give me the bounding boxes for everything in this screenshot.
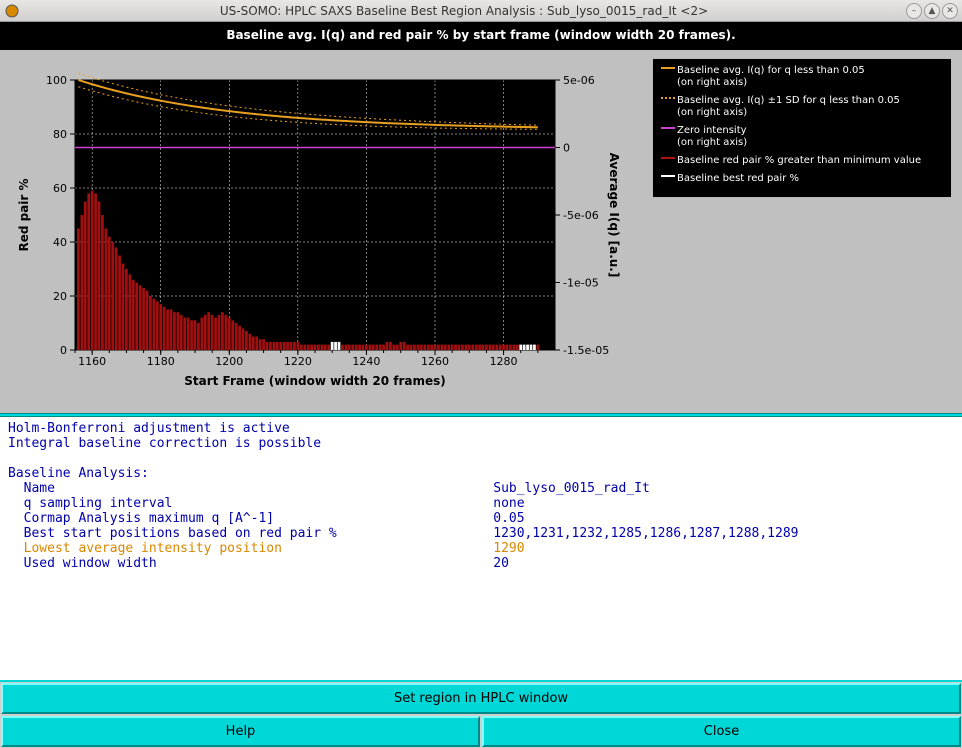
analysis-text: Holm-Bonferroni adjustment is active Int… — [0, 417, 962, 680]
svg-text:1160: 1160 — [78, 355, 106, 368]
svg-text:-5e-06: -5e-06 — [563, 209, 599, 222]
svg-text:40: 40 — [53, 236, 67, 249]
svg-text:20: 20 — [53, 290, 67, 303]
close-button[interactable]: Close — [482, 716, 961, 747]
svg-text:Red pair %: Red pair % — [17, 178, 31, 251]
plot-title: Baseline avg. I(q) and red pair % by sta… — [6, 28, 956, 44]
help-button[interactable]: Help — [1, 716, 480, 747]
app-icon — [4, 3, 20, 19]
close-window-button[interactable]: ✕ — [942, 3, 958, 19]
svg-text:0: 0 — [563, 142, 570, 155]
plot-area: 1160 1180 1200 1220 1240 1260 1280 0 20 40 60 80 100… — [0, 50, 962, 413]
svg-text:-1e-05: -1e-05 — [563, 277, 599, 290]
svg-text:Start Frame (window width 20 f: Start Frame (window width 20 frames) — [184, 374, 446, 388]
set-region-button[interactable]: Set region in HPLC window — [1, 683, 961, 714]
button-bar: Set region in HPLC window Help Close — [0, 680, 962, 748]
svg-text:1240: 1240 — [352, 355, 380, 368]
svg-text:1260: 1260 — [421, 355, 449, 368]
titlebar: US-SOMO: HPLC SAXS Baseline Best Region … — [0, 0, 962, 22]
plot-title-bar: Baseline avg. I(q) and red pair % by sta… — [0, 22, 962, 50]
svg-text:1280: 1280 — [490, 355, 518, 368]
svg-text:1180: 1180 — [147, 355, 175, 368]
svg-text:60: 60 — [53, 182, 67, 195]
svg-text:100: 100 — [46, 74, 67, 87]
maximize-button[interactable]: ▲ — [924, 3, 940, 19]
svg-text:1220: 1220 — [284, 355, 312, 368]
svg-text:1200: 1200 — [215, 355, 243, 368]
svg-text:Average I(q) [a.u.]: Average I(q) [a.u.] — [607, 153, 621, 278]
window-title: US-SOMO: HPLC SAXS Baseline Best Region … — [24, 4, 904, 18]
svg-text:-1.5e-05: -1.5e-05 — [563, 344, 609, 357]
plot-canvas: 1160 1180 1200 1220 1240 1260 1280 0 20 40 60 80 100… — [0, 50, 640, 420]
svg-text:5e-06: 5e-06 — [563, 74, 595, 87]
legend: Baseline avg. I(q) for q less than 0.05(… — [652, 58, 952, 198]
svg-text:0: 0 — [60, 344, 67, 357]
minimize-button[interactable]: – — [906, 3, 922, 19]
svg-text:80: 80 — [53, 128, 67, 141]
